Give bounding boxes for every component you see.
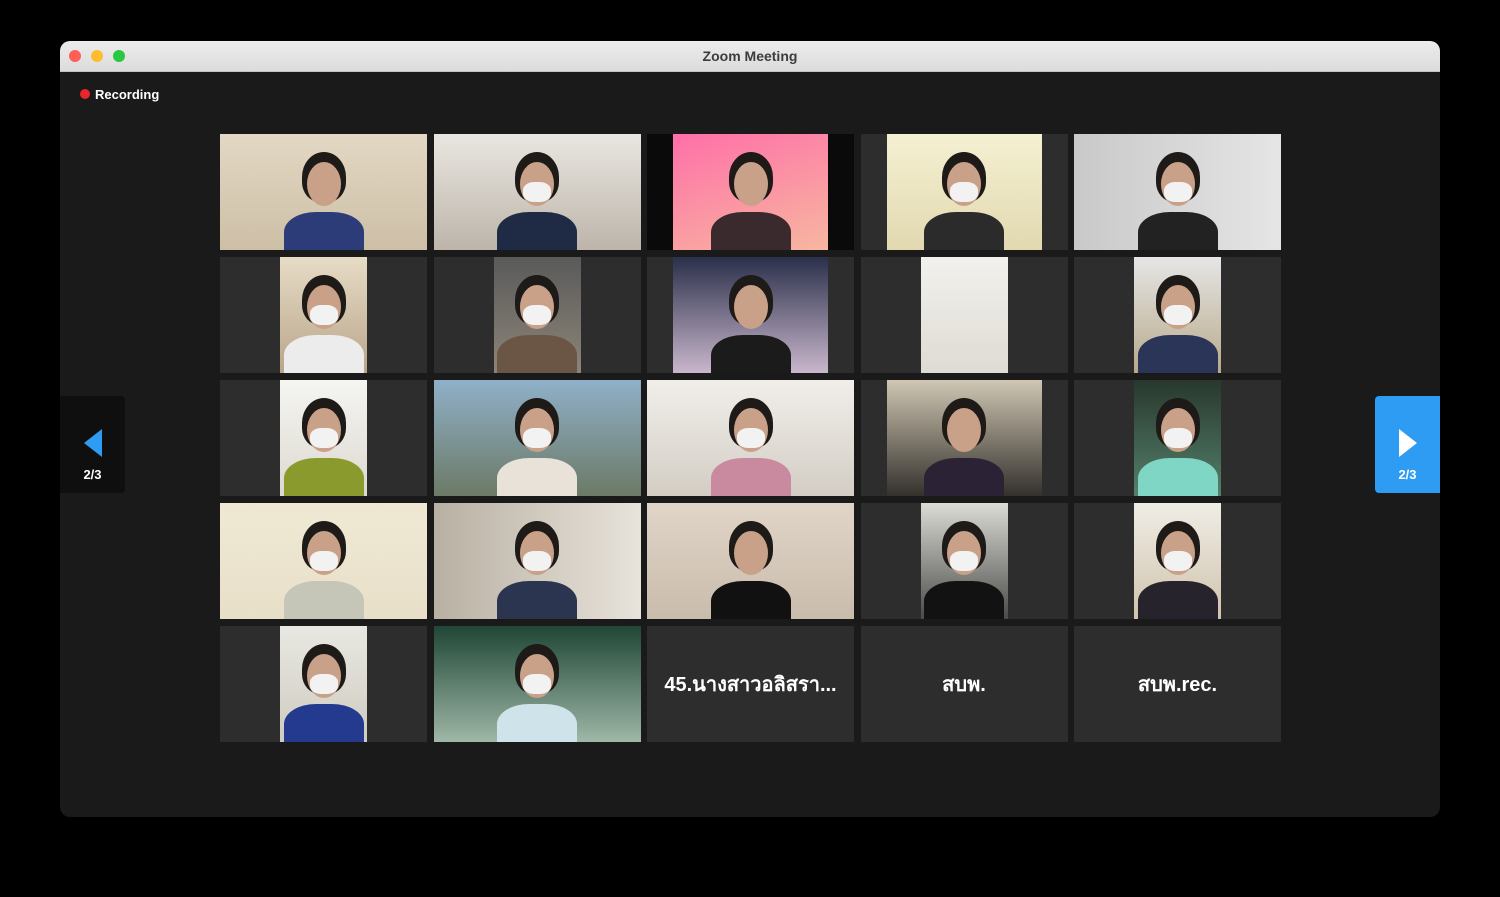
participant-video [1074,134,1281,250]
participant-video-tile[interactable] [860,503,1068,619]
participant-video-tile[interactable] [647,380,854,496]
participant-video [647,380,854,496]
participant-video [433,380,641,496]
participant-video [1134,257,1221,373]
participant-video [220,134,427,250]
page-indicator-left: 2/3 [83,467,102,482]
participant-name: สบพ. [942,674,986,696]
participant-video-tile[interactable] [433,257,641,373]
participant-video-tile[interactable] [220,257,427,373]
recording-indicator[interactable]: Recording [80,86,159,102]
chevron-right-icon [1398,429,1417,457]
participant-video-tile[interactable] [220,134,427,250]
participant-video [280,380,367,496]
participant-video-tile[interactable] [647,503,854,619]
participant-video-tile[interactable] [647,134,854,250]
participant-video [1134,380,1221,496]
title-bar: Zoom Meeting [60,41,1440,72]
participant-name: สบพ.rec. [1137,674,1218,696]
participant-name-tile[interactable]: สบพ. [860,626,1068,742]
participant-video [920,257,1008,373]
recording-dot-icon [80,89,90,99]
chevron-left-icon [83,429,102,457]
participant-video-tile[interactable] [433,380,641,496]
participant-video-tile[interactable] [1074,257,1281,373]
participant-video [886,380,1042,496]
participant-video [280,257,367,373]
participant-name-tile[interactable]: 45.นางสาวอลิสรา... [647,626,854,742]
participant-video-tile[interactable] [860,257,1068,373]
next-page-button[interactable]: 2/3 [1375,396,1440,493]
participant-video-tile[interactable] [433,626,641,742]
participant-video-tile[interactable] [1074,134,1281,250]
participant-video [1134,503,1221,619]
participant-name-tile[interactable]: สบพ.rec. [1074,626,1281,742]
participant-video [920,503,1008,619]
participant-video [647,134,854,250]
participant-video [673,257,828,373]
participant-video-tile[interactable] [220,380,427,496]
zoom-window: Zoom Meeting Recording 2/3 2/3 45.นางสาว… [60,41,1440,817]
window-title: Zoom Meeting [702,48,798,64]
gallery-grid: 45.นางสาวอลิสรา... สบพ. สบพ.rec. [220,134,1281,742]
participant-video-tile[interactable] [860,380,1068,496]
participant-video-tile[interactable] [433,134,641,250]
participant-video [433,503,641,619]
participant-video-tile[interactable] [1074,380,1281,496]
participant-video-tile[interactable] [860,134,1068,250]
participant-video [280,626,367,742]
participant-video-tile[interactable] [220,626,427,742]
previous-page-button[interactable]: 2/3 [60,396,125,493]
participant-video [493,257,581,373]
recording-label: Recording [95,86,160,102]
participant-video-tile[interactable] [433,503,641,619]
participant-video [647,503,854,619]
page-indicator-right: 2/3 [1398,467,1417,482]
participant-video-tile[interactable] [647,257,854,373]
participant-video-tile[interactable] [1074,503,1281,619]
participant-video [433,134,641,250]
participant-video [860,134,1068,250]
participant-name: 45.นางสาวอลิสรา... [664,674,837,696]
participant-video [220,503,427,619]
participant-video-tile[interactable] [220,503,427,619]
participant-video [433,626,641,742]
